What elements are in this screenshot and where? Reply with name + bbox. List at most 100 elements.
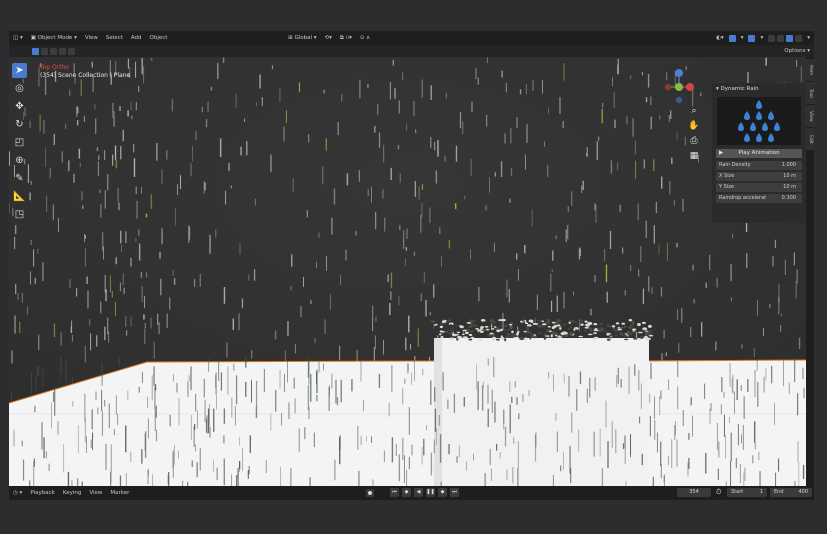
proportional-edit-button[interactable]: ⊙ ∧	[356, 35, 374, 41]
xray-toggle[interactable]	[748, 34, 756, 42]
panel-header[interactable]: ▾ Dynamic Rain	[716, 86, 759, 92]
gizmo-x-axis[interactable]	[686, 83, 694, 91]
cursor-tool[interactable]: ◎	[12, 81, 27, 96]
timeline-header: ◷ ▾ Playback Keying View Marker ⏮ ◆ ◀ ❚❚…	[9, 486, 814, 500]
marker-menu[interactable]: Marker	[106, 490, 133, 496]
droplet	[641, 321, 646, 324]
menu-object[interactable]: Object	[146, 35, 172, 41]
record-button[interactable]	[366, 489, 374, 497]
prev-key-button[interactable]: ◆	[402, 488, 411, 497]
select-intersect-mode[interactable]	[68, 47, 75, 55]
menu-select[interactable]: Select	[102, 35, 127, 41]
droplet	[626, 330, 631, 334]
gizmo-z-axis[interactable]	[675, 69, 683, 77]
gizmo-neg-z[interactable]	[675, 96, 683, 104]
droplet	[645, 330, 649, 332]
hand-icon: ✋	[688, 121, 700, 131]
tab-view[interactable]: View	[806, 105, 814, 128]
droplet	[455, 324, 458, 327]
select-box-mode[interactable]	[32, 47, 39, 55]
select-subtract-mode[interactable]	[50, 47, 57, 55]
transform-orientation[interactable]: ⊞ Global ▾	[284, 35, 320, 41]
rain-density-field[interactable]: Rain Density 1.000	[716, 161, 802, 170]
raindrop-acceleration-field[interactable]: Raindrop accelerat 0.300	[716, 194, 802, 203]
next-key-button[interactable]: ◆	[438, 488, 447, 497]
select-invert-mode[interactable]	[59, 47, 66, 55]
droplet	[469, 330, 475, 333]
timeline-editor-button[interactable]: ◷ ▾	[9, 490, 26, 496]
droplet	[606, 332, 609, 336]
gizmo-neg-x[interactable]	[664, 83, 672, 91]
playback-menu[interactable]: Playback	[26, 490, 59, 496]
wireframe-shading-button[interactable]	[768, 34, 776, 42]
snap-button[interactable]: ⧉ ⁞⁞▾	[336, 35, 356, 42]
3d-viewport[interactable]: ➤ ◎ ✥ ↻ ◰ ⊕ ✎ 📐 ◳ Top Ortho (354) Scene …	[9, 57, 806, 486]
pan-button[interactable]: ✋	[688, 120, 700, 132]
pivot-button[interactable]: ⟲▾	[321, 35, 336, 41]
end-frame-field[interactable]: End 400	[770, 488, 812, 497]
collection-info: (354) Scene Collection | Plane	[40, 72, 131, 79]
mode-selector[interactable]: ▣ Object Mode ▾	[27, 35, 81, 41]
select-tool[interactable]: ➤	[12, 63, 27, 78]
overlay-button[interactable]: ▾	[737, 35, 748, 41]
stopwatch-icon: ⏱	[716, 488, 722, 496]
droplet	[510, 326, 513, 329]
jump-start-button[interactable]: ⏮	[390, 488, 399, 497]
visibility-button[interactable]: ◐▾	[712, 35, 728, 41]
droplet	[509, 335, 515, 338]
tab-item[interactable]: Item	[806, 59, 814, 82]
tab-tool[interactable]: Tool	[806, 82, 814, 105]
y-size-field[interactable]: Y Size 10 m	[716, 183, 802, 192]
jump-start-icon: ⏮	[392, 489, 397, 495]
floor-plane[interactable]	[9, 360, 806, 486]
measure-tool[interactable]: 📐	[12, 189, 27, 204]
current-frame-field[interactable]: 354	[677, 488, 711, 497]
x-size-field[interactable]: X Size 10 m	[716, 172, 802, 181]
transform-tool[interactable]: ⊕	[12, 153, 27, 168]
scale-tool[interactable]: ◰	[12, 135, 27, 150]
raindrop-icon	[756, 111, 762, 120]
keying-menu[interactable]: Keying	[59, 490, 85, 496]
scale-icon: ◰	[14, 137, 25, 148]
editor-type-button[interactable]: ◫ ▾	[9, 35, 27, 41]
pause-button[interactable]: ❚❚	[426, 488, 435, 497]
start-frame-field[interactable]: Start 1	[727, 488, 767, 497]
play-reverse-button[interactable]: ◀	[414, 488, 423, 497]
raindrop-icon	[762, 122, 768, 131]
shading-options[interactable]: ▾	[803, 35, 814, 41]
gizmo-toggle[interactable]	[728, 34, 736, 42]
play-animation-button[interactable]: ▶ Play Animation	[716, 149, 802, 158]
camera-view-button[interactable]: ⎙	[688, 135, 700, 147]
rendered-shading-button[interactable]	[795, 34, 803, 42]
gizmo-y-axis[interactable]	[675, 83, 683, 91]
perspective-toggle[interactable]: ▦	[688, 150, 700, 162]
droplet	[492, 322, 496, 324]
droplet	[500, 324, 503, 327]
droplet	[504, 329, 508, 332]
proportional-icon: ⊙ ∧	[359, 35, 371, 41]
annotate-tool[interactable]: ✎	[12, 171, 27, 186]
select-extend-mode[interactable]	[41, 47, 48, 55]
magnifier-icon: ⌕	[691, 106, 697, 116]
timeline-view-menu[interactable]: View	[85, 490, 106, 496]
material-shading-button[interactable]	[786, 34, 794, 42]
droplet	[636, 323, 641, 327]
move-tool[interactable]: ✥	[12, 99, 27, 114]
droplet	[593, 323, 598, 326]
shading-menu[interactable]: ▾	[756, 35, 767, 41]
menu-add[interactable]: Add	[127, 35, 146, 41]
add-cube-tool[interactable]: ◳	[12, 207, 27, 222]
zoom-button[interactable]: ⌕	[688, 105, 700, 117]
play-reverse-icon: ◀	[416, 489, 421, 495]
navigation-gizmo[interactable]	[664, 67, 694, 107]
preview-range-toggle[interactable]: ⏱	[716, 488, 721, 497]
droplet	[524, 337, 528, 341]
menu-view[interactable]: View	[81, 35, 102, 41]
jump-end-button[interactable]: ⏭	[450, 488, 459, 497]
rotate-tool[interactable]: ↻	[12, 117, 27, 132]
droplet	[451, 333, 457, 337]
options-button[interactable]: Options ▾	[780, 48, 814, 54]
droplet	[429, 320, 434, 323]
tab-edit[interactable]: Edit	[806, 128, 814, 151]
solid-shading-button[interactable]	[777, 34, 785, 42]
